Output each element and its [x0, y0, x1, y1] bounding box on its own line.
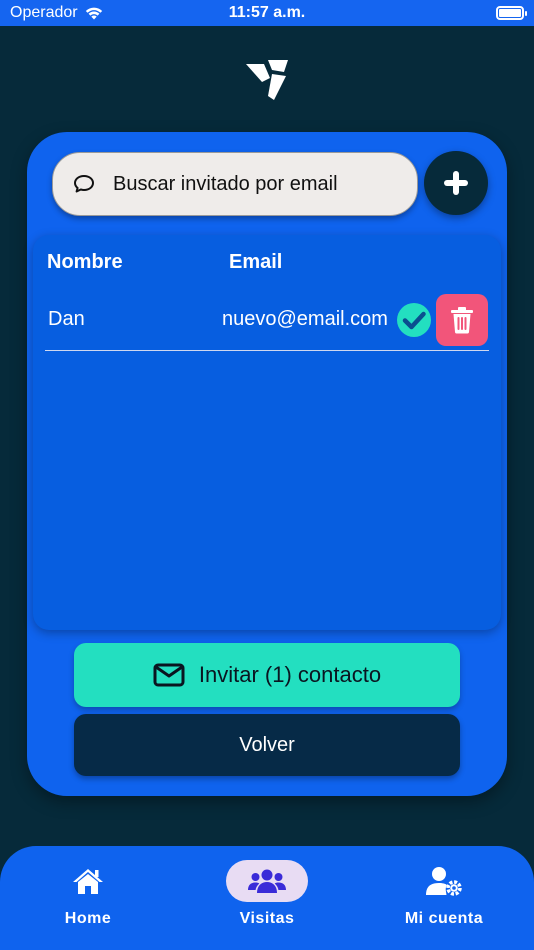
battery-icon — [496, 6, 527, 20]
nav-icon-container — [403, 860, 485, 902]
nav-label-home: Home — [64, 910, 112, 927]
status-left: Operador — [10, 4, 104, 22]
home-icon — [73, 869, 103, 894]
search-bar[interactable] — [52, 152, 418, 216]
guest-name: Dan — [48, 308, 85, 330]
back-button-label: Volver — [239, 733, 295, 756]
envelope-icon — [153, 663, 185, 687]
nav-icon-container-active — [226, 860, 308, 902]
nav-item-home[interactable]: Home — [18, 860, 158, 940]
column-header-email: Email — [229, 251, 283, 273]
nav-item-mi-cuenta[interactable]: Mi cuenta — [374, 860, 514, 940]
status-bar: Operador 11:57 a.m. — [0, 0, 534, 26]
wifi-icon — [85, 7, 102, 20]
app-logo — [246, 60, 288, 100]
plus-icon — [444, 171, 468, 195]
guest-email: nuevo@email.com — [222, 308, 388, 330]
users-icon — [248, 869, 286, 893]
guests-table: Nombre Email Dan nuevo@email.com — [33, 235, 501, 630]
trash-icon — [451, 307, 473, 334]
chat-bubble-icon — [74, 175, 94, 193]
add-contact-button[interactable] — [424, 151, 488, 215]
check-circle-icon — [397, 303, 431, 337]
carrier-label: Operador — [10, 4, 78, 21]
column-header-name: Nombre — [47, 251, 123, 273]
invite-card: Nombre Email Dan nuevo@email.com — [27, 132, 507, 796]
bottom-nav: Home Visitas Mi cuenta — [0, 846, 534, 950]
table-row: Dan nuevo@email.com — [45, 291, 489, 351]
search-input[interactable] — [113, 172, 403, 196]
nav-label-mi-cuenta: Mi cuenta — [404, 910, 484, 927]
nav-icon-container — [47, 860, 129, 902]
back-button[interactable]: Volver — [74, 714, 460, 776]
nav-item-visitas[interactable]: Visitas — [197, 860, 337, 940]
user-gear-icon — [426, 867, 462, 896]
invite-button[interactable]: Invitar (1) contacto — [74, 643, 460, 707]
invite-button-label: Invitar (1) contacto — [198, 662, 382, 687]
nav-label-visitas: Visitas — [239, 910, 295, 927]
delete-guest-button[interactable] — [436, 294, 488, 346]
